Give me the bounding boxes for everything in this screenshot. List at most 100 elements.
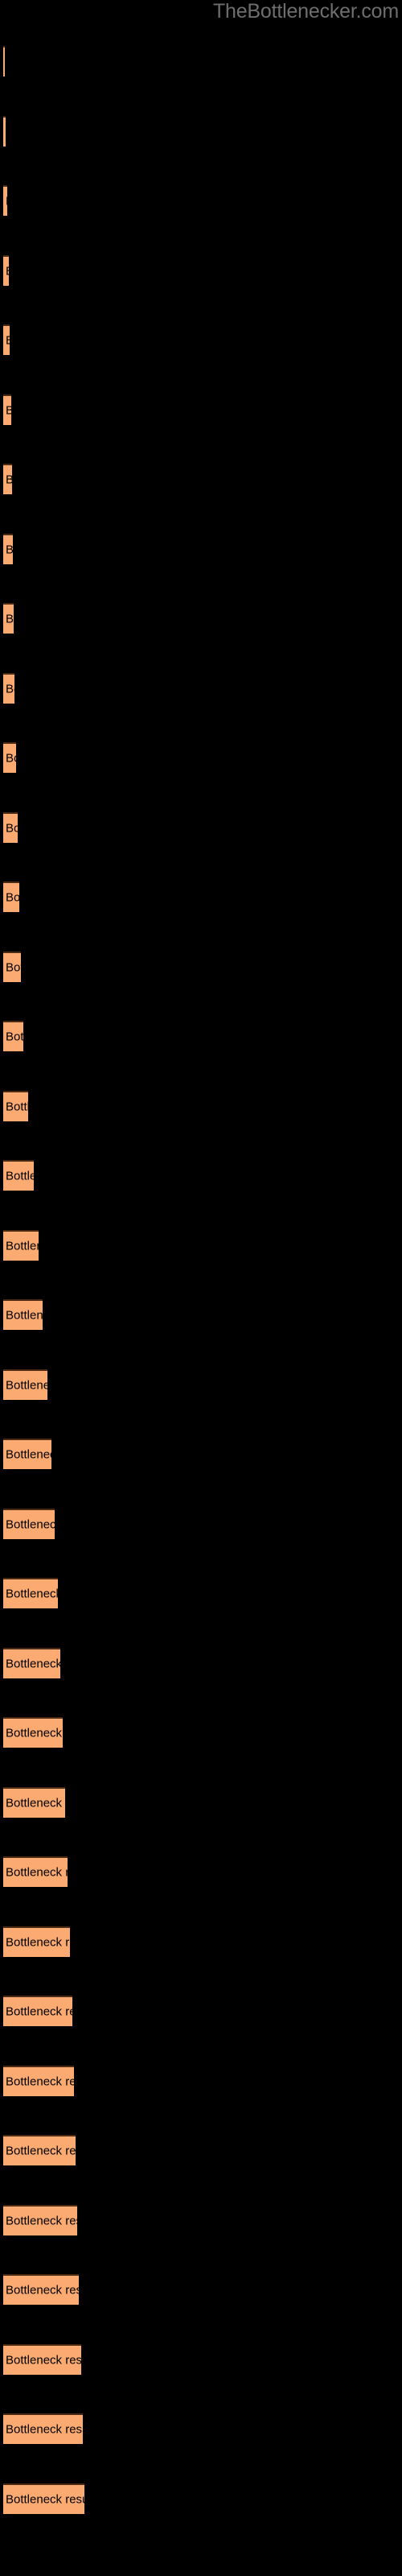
bar-row: Bottleneck result (0, 811, 402, 843)
bar-row: Bottleneck result (0, 603, 402, 634)
bar-row: Bottleneck result (0, 2135, 402, 2165)
bar-row: Bottleneck result (0, 2065, 402, 2096)
bar-label: Bottleneck result (6, 1726, 63, 1740)
bar-row: Bottleneck result (0, 1856, 402, 1887)
bar-row: Bottleneck result (0, 2204, 402, 2235)
bar-label: Bottleneck result (6, 2004, 72, 2019)
bar-result-10[interactable]: Bottleneck result (3, 672, 14, 704)
bar-label: Bottleneck result (6, 1100, 28, 1113)
bar-row: Bottleneck result (0, 324, 402, 355)
bar-result-27[interactable]: Bottleneck result (3, 1856, 68, 1887)
bar-result-24[interactable]: Bottleneck result (3, 1647, 60, 1678)
bar-label: Bottleneck result (6, 821, 18, 835)
bar-result-1[interactable]: Bottleneck result (3, 46, 5, 76)
bar-result-30[interactable]: Bottleneck result (3, 2065, 74, 2096)
bar-result-7[interactable]: Bottleneck result (3, 464, 12, 494)
bar-row: Bottleneck result (0, 115, 402, 147)
bar-result-33[interactable]: Bottleneck result (3, 2274, 79, 2305)
bar-result-28[interactable]: Bottleneck result (3, 1926, 70, 1957)
bar-row: Bottleneck result (0, 2274, 402, 2305)
bar-row: Bottleneck result (0, 2413, 402, 2444)
bar-result-5[interactable]: Bottleneck result (3, 324, 10, 355)
bar-row: Bottleneck result (0, 1717, 402, 1748)
bar-result-20[interactable]: Bottleneck result (3, 1368, 47, 1400)
bar-label: Bottleneck result (6, 682, 14, 696)
bar-result-19[interactable]: Bottleneck result (3, 1299, 43, 1330)
bar-row: Bottleneck result (0, 1090, 402, 1121)
bar-row: Bottleneck result (0, 533, 402, 564)
bar-row: Bottleneck result (0, 2343, 402, 2375)
bar-label: Bottleneck result (6, 543, 13, 556)
bottleneck-chart-page: TheBottlenecker.com Bottleneck resultBot… (0, 0, 402, 2576)
bar-result-14[interactable]: Bottleneck result (3, 951, 21, 982)
bar-result-29[interactable]: Bottleneck result (3, 1996, 72, 2026)
bar-label: Bottleneck result (6, 612, 14, 626)
bar-row: Bottleneck result (0, 742, 402, 773)
bar-row: Bottleneck result (0, 46, 402, 76)
bar-row: Bottleneck result (0, 881, 402, 912)
bar-result-25[interactable]: Bottleneck result (3, 1717, 63, 1748)
bar-result-16[interactable]: Bottleneck result (3, 1090, 28, 1121)
bar-result-18[interactable]: Bottleneck result (3, 1229, 39, 1261)
bar-row: Bottleneck result (0, 464, 402, 494)
bar-label: Bottleneck result (6, 334, 10, 348)
bar-row: Bottleneck result (0, 185, 402, 216)
bar-label: Bottleneck result (6, 2283, 79, 2297)
bar-label: Bottleneck result (6, 1865, 68, 1880)
bar-row: Bottleneck result (0, 1786, 402, 1818)
bar-label: Bottleneck result (6, 1239, 39, 1253)
bar-label: Bottleneck result (6, 1308, 43, 1323)
bar-label: Bottleneck result (6, 2492, 84, 2506)
bar-row: Bottleneck result (0, 1160, 402, 1191)
bar-label: Bottleneck result (6, 403, 11, 417)
bar-row: Bottleneck result (0, 1368, 402, 1400)
bar-result-9[interactable]: Bottleneck result (3, 603, 14, 634)
bar-result-17[interactable]: Bottleneck result (3, 1160, 34, 1191)
bar-result-2[interactable]: Bottleneck result (3, 115, 6, 147)
bar-label: Bottleneck result (6, 751, 16, 766)
bar-label: Bottleneck result (6, 1030, 23, 1044)
bar-label: Bottleneck result (6, 2144, 76, 2158)
horizontal-bar-chart: Bottleneck result Bottleneck result Bottle… (0, 0, 402, 2576)
bar-result-6[interactable]: Bottleneck result (3, 394, 11, 425)
bar-row: Bottleneck result (0, 1508, 402, 1539)
bar-label: Bottleneck result (6, 264, 9, 278)
bar-row: Bottleneck result (0, 1229, 402, 1261)
bar-label: Bottleneck result (6, 890, 19, 905)
bar-label: Bottleneck result (6, 1447, 51, 1462)
bar-label: Bottleneck result (6, 2214, 77, 2227)
bar-label: Bottleneck result (6, 1935, 70, 1949)
bar-result-31[interactable]: Bottleneck result (3, 2135, 76, 2165)
bar-result-3[interactable]: Bottleneck result (3, 185, 7, 216)
bar-result-32[interactable]: Bottleneck result (3, 2204, 77, 2235)
bar-result-11[interactable]: Bottleneck result (3, 742, 16, 773)
bar-result-35[interactable]: Bottleneck result (3, 2413, 83, 2444)
bar-result-8[interactable]: Bottleneck result (3, 533, 13, 564)
bar-row: Bottleneck result (0, 254, 402, 286)
bar-label: Bottleneck result (6, 1657, 60, 1670)
bar-result-36[interactable]: Bottleneck result (3, 2483, 84, 2514)
bar-row: Bottleneck result (0, 1439, 402, 1469)
bar-result-22[interactable]: Bottleneck result (3, 1508, 55, 1539)
bar-label: Bottleneck result (6, 1169, 34, 1183)
bar-result-23[interactable]: Bottleneck result (3, 1578, 58, 1608)
bar-result-26[interactable]: Bottleneck result (3, 1786, 65, 1818)
bar-row: Bottleneck result (0, 1299, 402, 1330)
bar-label: Bottleneck result (6, 2422, 83, 2437)
bar-row: Bottleneck result (0, 1996, 402, 2026)
bar-result-21[interactable]: Bottleneck result (3, 1439, 51, 1469)
bar-result-13[interactable]: Bottleneck result (3, 881, 19, 912)
bar-result-4[interactable]: Bottleneck result (3, 254, 9, 286)
bar-label: Bottleneck result (6, 473, 12, 487)
bar-label: Bottleneck result (6, 195, 7, 208)
bar-row: Bottleneck result (0, 1647, 402, 1678)
bar-label: Bottleneck result (6, 1587, 58, 1601)
bar-row: Bottleneck result (0, 951, 402, 982)
bar-result-34[interactable]: Bottleneck result (3, 2343, 81, 2375)
bar-result-12[interactable]: Bottleneck result (3, 811, 18, 843)
bar-label: Bottleneck result (6, 960, 21, 974)
bar-label: Bottleneck result (6, 1796, 65, 1810)
bar-row: Bottleneck result (0, 1578, 402, 1608)
bar-label: Bottleneck result (6, 2074, 74, 2088)
bar-result-15[interactable]: Bottleneck result (3, 1021, 23, 1051)
